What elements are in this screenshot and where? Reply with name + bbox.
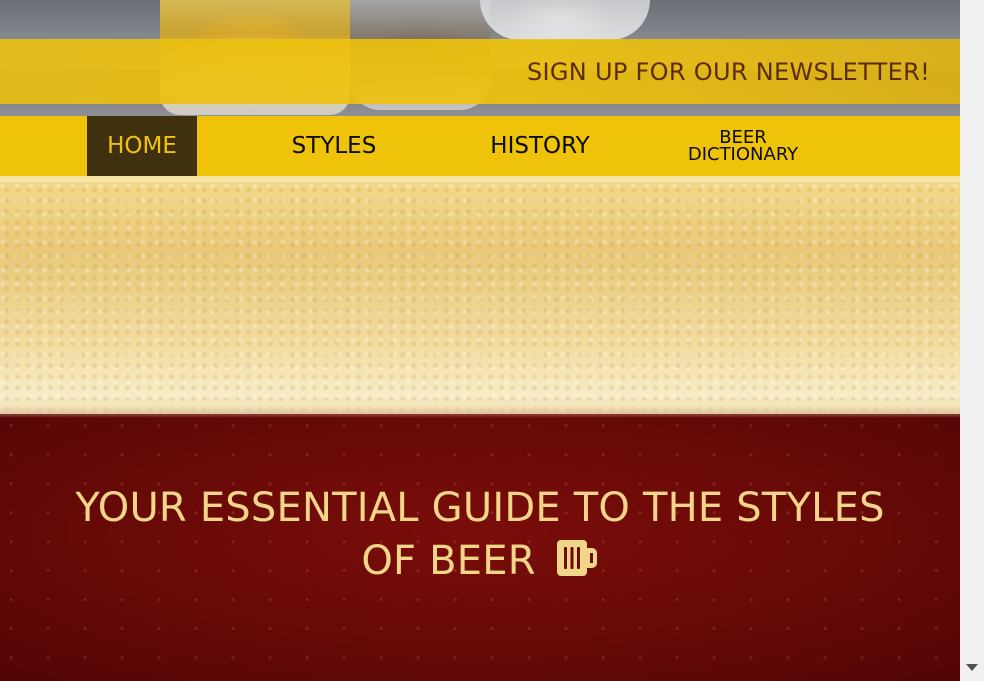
hero-foam-image <box>0 182 960 414</box>
nav-item-beer-dictionary[interactable]: BEER DICTIONARY <box>668 116 818 176</box>
nav-item-label: HOME <box>107 133 177 159</box>
nav-item-label: STYLES <box>291 133 377 159</box>
hero-title-line1: YOUR ESSENTIAL GUIDE TO THE STYLES <box>75 485 885 531</box>
page-viewport: SIGN UP FOR OUR NEWSLETTER! HOME STYLES … <box>0 0 960 681</box>
hero-title-line2: OF BEER <box>361 538 536 584</box>
nav-item-label-line2: DICTIONARY <box>687 144 799 165</box>
hero-title: YOUR ESSENTIAL GUIDE TO THE STYLES OF BE… <box>0 482 960 592</box>
nav-item-home[interactable]: HOME <box>87 116 197 176</box>
scroll-down-arrow-icon[interactable] <box>966 664 978 671</box>
vertical-scrollbar[interactable] <box>960 0 984 681</box>
newsletter-banner: SIGN UP FOR OUR NEWSLETTER! <box>0 39 960 104</box>
nav-item-styles[interactable]: STYLES <box>274 116 394 176</box>
beer-mug-icon <box>555 538 599 592</box>
newsletter-signup-link[interactable]: SIGN UP FOR OUR NEWSLETTER! <box>527 58 930 86</box>
nav-item-history[interactable]: HISTORY <box>476 116 604 176</box>
hero-section: YOUR ESSENTIAL GUIDE TO THE STYLES OF BE… <box>0 182 960 681</box>
nav-item-label: HISTORY <box>490 133 590 159</box>
main-nav: HOME STYLES HISTORY BEER DICTIONARY <box>0 116 960 176</box>
